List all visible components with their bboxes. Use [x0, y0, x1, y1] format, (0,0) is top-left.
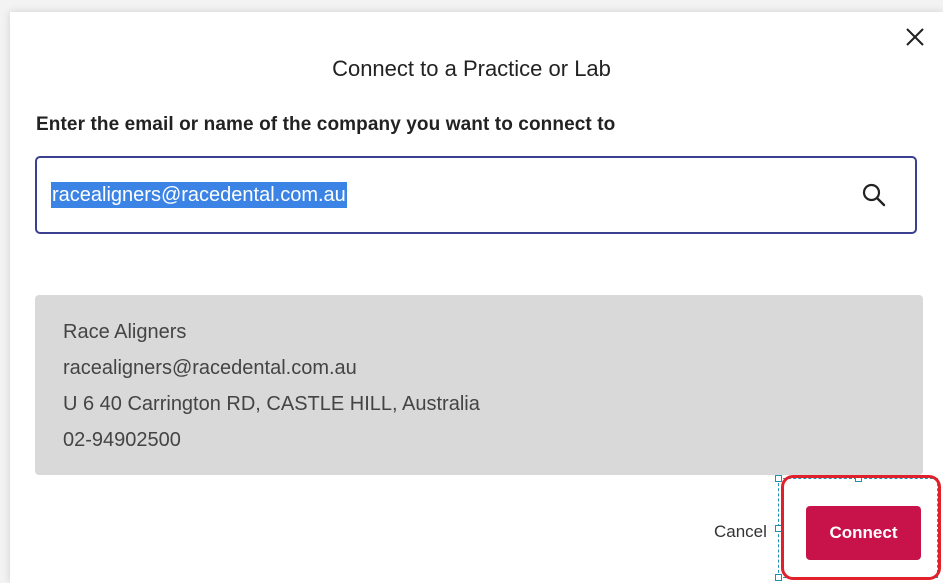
result-phone: 02-94902500	[63, 429, 181, 451]
result-email: racealigners@racedental.com.au	[63, 357, 357, 379]
search-icon[interactable]	[861, 182, 887, 208]
instruction-label: Enter the email or name of the company y…	[36, 114, 616, 135]
search-result-card[interactable]: Race Aligners racealigners@racedental.co…	[35, 295, 923, 475]
connect-button[interactable]: Connect	[806, 506, 921, 560]
selection-handle	[775, 574, 782, 581]
close-button[interactable]	[900, 22, 930, 52]
result-company-name: Race Aligners	[63, 321, 187, 343]
selection-handle	[775, 475, 782, 482]
cancel-button[interactable]: Cancel	[714, 522, 767, 542]
close-icon	[906, 28, 924, 46]
search-input-value[interactable]: racealigners@racedental.com.au	[51, 182, 347, 208]
dialog-title: Connect to a Practice or Lab	[332, 56, 611, 81]
company-search-field[interactable]: racealigners@racedental.com.au	[35, 156, 917, 234]
result-address: U 6 40 Carrington RD, CASTLE HILL, Austr…	[63, 393, 480, 415]
